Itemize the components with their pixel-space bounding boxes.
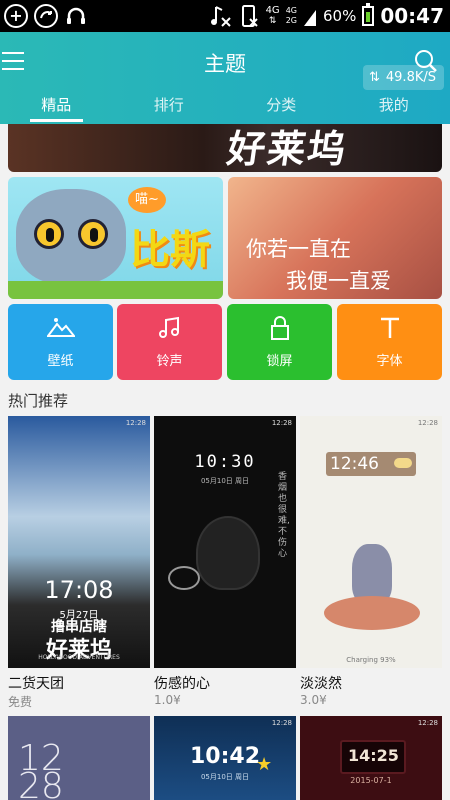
font-icon — [337, 316, 442, 340]
promo-card-bisi[interactable]: 喵~ 比斯 — [8, 177, 223, 299]
preview-date: 05月10日 周日 — [200, 773, 250, 781]
preview-time-minutes: 28 — [18, 766, 64, 800]
smoke-decoration — [168, 566, 200, 590]
section-title-hot: 热门推荐 — [8, 392, 69, 410]
signal-icon — [303, 5, 317, 27]
promo-line-2: 我便一直爱 — [286, 269, 391, 293]
preview-time: 14:25 — [348, 746, 399, 765]
preview-date: 2015-07-1 — [350, 776, 392, 785]
battery-icon — [362, 3, 375, 26]
preview-tagline: HOLLYWOOD ADVENTURES — [38, 654, 120, 661]
dual-sim-indicator: 4G 2G — [285, 6, 297, 25]
category-wallpaper-button[interactable]: 壁纸 — [8, 304, 113, 380]
category-lockscreen-button[interactable]: 锁屏 — [227, 304, 332, 380]
tab-ranking[interactable]: 排行 — [113, 94, 226, 124]
preview-time: 17:08 — [44, 576, 114, 604]
preview-time: 10:30 — [194, 452, 256, 472]
theme-name: 淡淡然 — [300, 676, 342, 692]
star-icon: ★ — [256, 754, 273, 775]
promo-title: 比斯 — [130, 227, 210, 273]
category-ringtone-button[interactable]: 铃声 — [117, 304, 222, 380]
clock: 00:47 — [380, 4, 444, 28]
preview-date: 05月10日 周日 — [200, 477, 250, 485]
mountain-icon — [8, 316, 113, 340]
theme-price: 免费 — [8, 695, 33, 709]
music-muted-icon — [210, 4, 232, 28]
grass-decoration — [8, 281, 223, 299]
tab-mine[interactable]: 我的 — [338, 94, 450, 124]
theme-name: 二货天团 — [8, 676, 64, 692]
tab-categories[interactable]: 分类 — [225, 94, 338, 124]
top-banner[interactable]: 好莱坞 — [8, 124, 442, 172]
cloud-platform — [324, 596, 420, 630]
banner-text: 好莱坞 — [224, 126, 351, 171]
status-bar: + 4G ⇅ 4G 2G 60% 00:47 — [0, 0, 450, 32]
app-bar: ⇅ 49.8K/S 主题 精品 排行 分类 我的 — [0, 32, 450, 124]
theme-card-erhuo[interactable]: 12:28 17:08 5月27日 撸串店瞎 好莱坞 HOLLYWOOD ADV… — [8, 416, 150, 668]
promo-card-love[interactable]: 你若一直在 我便一直爱 — [228, 177, 442, 299]
preview-time: 10:42 — [189, 744, 261, 769]
theme-card-row2-1[interactable]: 12 28 — [8, 716, 150, 800]
theme-price: 1.0¥ — [154, 693, 181, 707]
preview-charging: Charging 93% — [346, 656, 396, 664]
network-indicator: 4G ⇅ — [265, 5, 280, 27]
promo-line-1: 你若一直在 — [246, 237, 351, 261]
bunny-illustration — [352, 544, 392, 604]
category-font-button[interactable]: 字体 — [337, 304, 442, 380]
battery-percent: 60% — [322, 7, 357, 25]
sync-icon — [34, 4, 58, 28]
theme-card-dandanran[interactable]: 12:28 12:46 Charging 93% — [300, 416, 442, 668]
theme-price: 3.0¥ — [300, 693, 327, 707]
add-circle-icon: + — [4, 4, 28, 28]
tab-featured[interactable]: 精品 — [0, 94, 113, 124]
theme-card-row2-3[interactable]: 12:28 14:25 2015-07-1 — [300, 716, 442, 800]
cloud-icon — [394, 458, 412, 468]
speech-bubble: 喵~ — [128, 187, 166, 213]
music-note-icon — [117, 316, 222, 340]
cat-illustration — [16, 189, 126, 284]
preview-poem: 香烟也很难,不伤心 — [278, 472, 290, 559]
tab-bar: 精品 排行 分类 我的 — [0, 94, 450, 124]
page-title: 主题 — [204, 52, 246, 76]
smoking-girl-illustration — [198, 518, 258, 588]
phone-vibrate-icon — [238, 4, 260, 28]
content-area: 好莱坞 喵~ 比斯 你若一直在 我便一直爱 壁纸 铃声 锁屏 字体 热门推荐 1… — [0, 124, 450, 800]
search-icon[interactable] — [414, 49, 437, 72]
theme-card-sad-heart[interactable]: 12:28 10:30 05月10日 周日 香烟也很难,不伤心 — [154, 416, 296, 668]
preview-time: 12:46 — [330, 454, 379, 474]
headphones-icon — [64, 4, 88, 28]
theme-name: 伤感的心 — [154, 676, 210, 692]
theme-card-row2-2[interactable]: 12:28 10:42 05月10日 周日 ★ — [154, 716, 296, 800]
lock-icon — [227, 316, 332, 340]
